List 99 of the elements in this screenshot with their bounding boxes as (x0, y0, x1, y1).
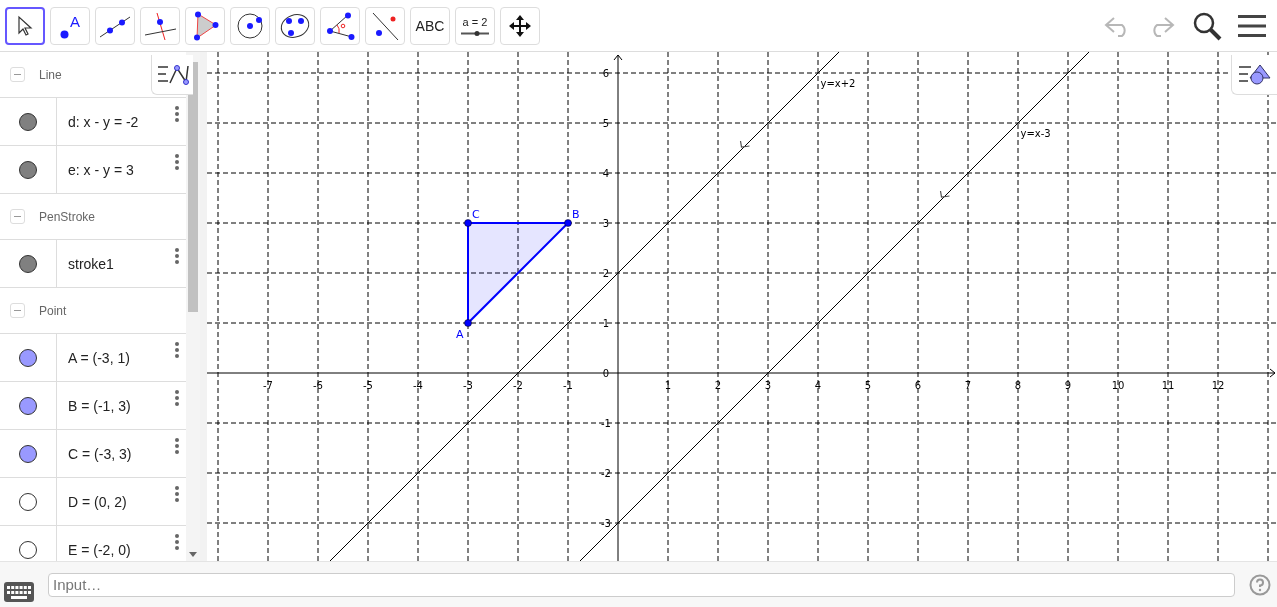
x-tick-label: -1 (563, 380, 573, 391)
help-button[interactable] (1249, 573, 1271, 596)
visibility-marble[interactable] (19, 540, 37, 559)
algebra-entry: B = (-1, 3) (67, 397, 132, 414)
minus-icon (14, 310, 21, 311)
more-vertical-icon (175, 106, 179, 122)
more-vertical-icon (175, 342, 179, 358)
x-tick-label: 6 (914, 380, 922, 391)
y-tick-label: -2 (601, 468, 611, 479)
x-tick-label: 12 (1211, 380, 1225, 391)
y-tick-label: 3 (602, 218, 610, 229)
angle-icon (324, 10, 356, 41)
visibility-marble[interactable] (19, 444, 37, 463)
algebra-entry: stroke1 (67, 255, 115, 272)
x-tick-label: 10 (1111, 380, 1125, 391)
y-tick-label: 4 (602, 168, 610, 179)
perpendicular-tool[interactable] (140, 6, 180, 45)
keyboard-icon (4, 581, 34, 602)
point-label: A (456, 328, 464, 341)
point-label: C (472, 208, 480, 221)
visibility-marble[interactable] (19, 254, 37, 273)
x-tick-label: 7 (964, 380, 972, 391)
collapse-toggle[interactable] (10, 303, 25, 318)
text-tool[interactable]: ABC (410, 6, 450, 45)
y-tick-label: 2 (602, 268, 610, 279)
more-vertical-icon (175, 154, 179, 170)
algebra-entry: e: x - y = 3 (67, 161, 135, 178)
circle-tool[interactable] (230, 6, 270, 45)
visibility-marble[interactable] (19, 348, 37, 367)
move-view-tool[interactable] (500, 6, 540, 45)
group-header: Line (39, 67, 62, 82)
pen-stroke (939, 190, 951, 198)
keyboard-button[interactable] (4, 581, 34, 604)
minus-icon (14, 216, 21, 217)
search-icon (1192, 10, 1222, 41)
algebra-entry: E = (-2, 0) (67, 541, 132, 558)
algebra-entry: d: x - y = -2 (67, 113, 140, 130)
y-tick-label: -3 (601, 518, 611, 529)
more-vertical-icon (175, 534, 179, 550)
x-tick-label: 1 (664, 380, 672, 391)
x-tick-label: -5 (363, 380, 373, 391)
x-tick-label: 9 (1064, 380, 1072, 391)
x-tick-label: -7 (263, 380, 273, 391)
x-tick-label: 8 (1014, 380, 1022, 391)
perpendicular-lines-icon (143, 10, 177, 41)
x-tick-label: -4 (413, 380, 423, 391)
algebra-entry: A = (-3, 1) (67, 349, 131, 366)
point-label: B (572, 208, 580, 221)
collapse-toggle[interactable] (10, 67, 25, 82)
more-vertical-icon (175, 486, 179, 502)
collapse-toggle[interactable] (10, 209, 25, 224)
y-tick-label: 5 (602, 118, 610, 129)
arrow-cursor-icon (16, 14, 34, 37)
visibility-marble[interactable] (19, 160, 37, 179)
more-vertical-icon (175, 248, 179, 264)
group-header: PenStroke (39, 209, 96, 224)
style-bar-toggle[interactable] (151, 55, 193, 95)
conic-tool[interactable] (275, 6, 315, 45)
visibility-marble[interactable] (19, 396, 37, 415)
y-tick-label: 0 (602, 368, 610, 379)
point-tool[interactable]: A (50, 6, 90, 45)
slider-tool[interactable]: a = 2 (455, 6, 495, 45)
y-tick-label: 6 (602, 68, 610, 79)
x-tick-label: 4 (814, 380, 822, 391)
shapes-style-icon (1237, 62, 1272, 87)
line-tool[interactable] (95, 6, 135, 45)
group-header: Point (39, 303, 67, 318)
visibility-marble[interactable] (19, 112, 37, 131)
y-tick-label: 1 (602, 318, 610, 329)
x-tick-label: 11 (1161, 380, 1175, 391)
menu-icon (1238, 13, 1266, 38)
x-tick-label: 2 (714, 380, 722, 391)
move-tool[interactable] (5, 6, 45, 45)
x-tick-label: 5 (864, 380, 872, 391)
circle-icon (236, 11, 264, 40)
more-vertical-icon (175, 438, 179, 454)
help-icon (1249, 573, 1271, 596)
x-tick-label: 3 (764, 380, 772, 391)
visibility-marble[interactable] (19, 492, 37, 511)
reflect-tool[interactable] (365, 6, 405, 45)
angle-tool[interactable] (320, 6, 360, 45)
style-bar-toggle[interactable] (1231, 55, 1277, 95)
line-label: y=x+2 (820, 78, 856, 89)
reflect-about-line-icon (370, 10, 400, 41)
scrollbar[interactable] (186, 52, 200, 561)
x-tick-label: -2 (513, 380, 523, 391)
graph-style-icon (156, 62, 189, 87)
algebra-entry: C = (-3, 3) (67, 445, 133, 462)
minus-icon (14, 74, 21, 75)
y-tick-label: -1 (601, 418, 611, 429)
polygon-tool[interactable] (185, 6, 225, 45)
more-vertical-icon (175, 390, 179, 406)
pen-stroke (739, 140, 751, 148)
input-field[interactable]: Input… (48, 572, 1235, 597)
x-tick-label: -6 (313, 380, 323, 391)
line-label: y=x-3 (1020, 128, 1051, 139)
x-tick-label: -3 (463, 380, 473, 391)
ellipse-icon (279, 11, 311, 40)
algebra-entry: D = (0, 2) (67, 493, 128, 510)
